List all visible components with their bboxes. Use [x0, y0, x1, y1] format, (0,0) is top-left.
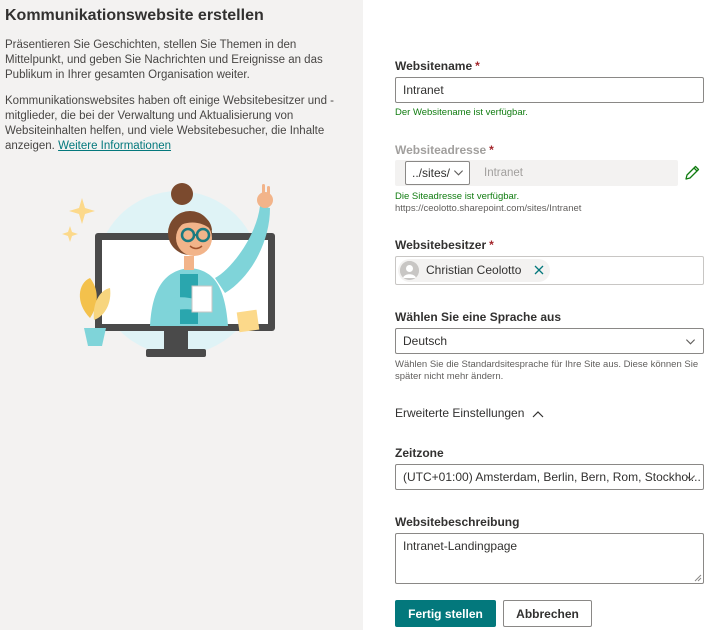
description-paragraph-2: Kommunikationswebsites haben oft einige …	[5, 94, 340, 154]
info-panel: Kommunikationswebsite erstellen Präsenti…	[0, 0, 363, 630]
site-address-label: Websiteadresse *	[395, 143, 494, 157]
timezone-label: Zeitzone	[395, 446, 444, 460]
description-label: Websitebeschreibung	[395, 515, 520, 529]
site-name-input[interactable]: Intranet	[395, 77, 704, 103]
chevron-up-icon	[532, 410, 544, 418]
advanced-settings-toggle[interactable]: Erweiterte Einstellungen	[395, 406, 544, 420]
language-hint-line-2: später nicht mehr ändern.	[395, 371, 504, 382]
timezone-value: (UTC+01:00) Amsterdam, Berlin, Bern, Rom…	[403, 470, 701, 484]
site-full-url: https://ceolotto.sharepoint.com/sites/In…	[395, 203, 582, 214]
pencil-icon[interactable]	[683, 164, 701, 182]
learn-more-link[interactable]: Weitere Informationen	[58, 140, 171, 152]
description-paragraph-1: Präsentieren Sie Geschichten, stellen Si…	[5, 39, 323, 81]
site-address-status: Die Siteadresse ist verfügbar.	[395, 191, 520, 202]
advanced-settings-label: Erweiterte Einstellungen	[395, 406, 525, 420]
site-owner-picker[interactable]: Christian Ceolotto	[395, 256, 704, 285]
site-owner-label-text: Websitebesitzer	[395, 238, 487, 252]
chevron-down-icon	[685, 475, 696, 481]
form-panel: Websitename * Intranet Der Websitename is…	[363, 0, 708, 630]
site-name-label: Websitename *	[395, 59, 480, 73]
description-textarea[interactable]: Intranet-Landingpage	[395, 533, 704, 584]
required-marker: *	[475, 59, 480, 73]
site-name-label-text: Websitename	[395, 59, 473, 73]
close-icon[interactable]	[532, 263, 546, 277]
language-value: Deutsch	[403, 334, 448, 348]
owner-persona-chip: Christian Ceolotto	[398, 259, 550, 282]
chevron-down-icon	[453, 170, 464, 176]
description-value: Intranet-Landingpage	[403, 539, 518, 553]
avatar	[400, 261, 419, 280]
language-label: Wählen Sie eine Sprache aus	[395, 310, 562, 324]
language-hint-line-1: Wählen Sie die Standardsitesprache für I…	[395, 359, 699, 370]
site-address-label-text: Websiteadresse	[395, 143, 487, 157]
timezone-dropdown[interactable]: (UTC+01:00) Amsterdam, Berlin, Bern, Rom…	[395, 464, 704, 490]
site-owner-label: Websitebesitzer *	[395, 238, 494, 252]
required-marker: *	[489, 143, 494, 157]
owner-name: Christian Ceolotto	[426, 263, 522, 277]
finish-button[interactable]: Fertig stellen	[395, 600, 496, 627]
communication-site-illustration	[62, 183, 275, 357]
resize-grip-icon[interactable]	[694, 574, 702, 582]
site-address-field: ../sites/ Intranet	[395, 160, 678, 186]
required-marker: *	[489, 238, 494, 252]
chevron-down-icon	[685, 339, 696, 345]
language-dropdown[interactable]: Deutsch	[395, 328, 704, 354]
site-address-input[interactable]: Intranet	[484, 160, 523, 186]
site-name-status: Der Websitename ist verfügbar.	[395, 107, 528, 118]
site-path-dropdown[interactable]: ../sites/	[405, 161, 470, 185]
site-path-value: ../sites/	[412, 166, 451, 180]
page-title: Kommunikationswebsite erstellen	[5, 7, 264, 24]
cancel-button[interactable]: Abbrechen	[503, 600, 592, 627]
